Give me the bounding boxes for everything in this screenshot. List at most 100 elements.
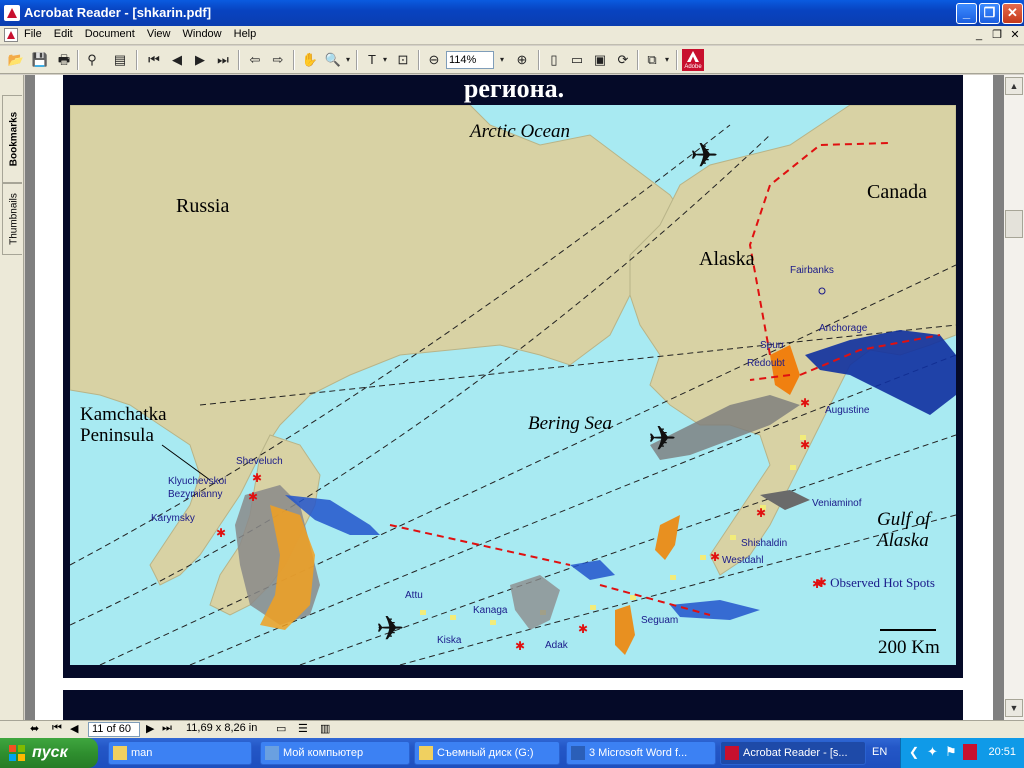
scroll-up-icon[interactable]: ▲ xyxy=(1005,77,1023,95)
language-indicator[interactable]: EN xyxy=(872,746,887,758)
single-page-layout-icon[interactable]: ▭ xyxy=(276,722,286,735)
doc-minimize-icon[interactable]: _ xyxy=(972,28,986,42)
label-russia: Russia xyxy=(176,195,230,217)
label-bering-sea: Bering Sea xyxy=(528,413,612,434)
snapshot-tool-icon[interactable]: ⊡ xyxy=(393,50,413,70)
close-button[interactable]: ✕ xyxy=(1002,3,1023,24)
legend-hot-spots-label: Observed Hot Spots xyxy=(830,575,935,590)
label-scale: 200 Km xyxy=(878,637,940,658)
tray-arrow-icon[interactable]: ❮ xyxy=(909,745,919,759)
scroll-down-icon[interactable]: ▼ xyxy=(1005,699,1023,717)
svg-text:✱: ✱ xyxy=(578,622,588,636)
menu-document[interactable]: Document xyxy=(85,28,135,40)
minimize-button[interactable]: _ xyxy=(956,3,977,24)
legend-hot-spots: ✱ Observed Hot Spots xyxy=(816,575,935,591)
print-icon[interactable]: 🖶 xyxy=(54,50,74,70)
svg-text:✱: ✱ xyxy=(515,639,525,653)
scroll-thumb[interactable] xyxy=(1005,210,1023,238)
clock[interactable]: 20:51 xyxy=(988,746,1016,758)
next-page-icon[interactable]: ▶ xyxy=(190,50,210,70)
open-icon[interactable]: 📂 xyxy=(6,50,26,70)
toolbar: 📂 💾 🖶 ⚲ ▤ ⏮ ◀ ▶ ⏭ ⇦ ⇨ ✋ 🔍 ▾ T ▾ ⊡ ⊖ 114%… xyxy=(0,46,1024,74)
tab-thumbnails-label: Thumbnails xyxy=(8,193,20,245)
document-icon[interactable] xyxy=(4,28,18,42)
zoom-tool-dropdown-icon[interactable]: ▾ xyxy=(343,50,353,70)
label-arctic-ocean: Arctic Ocean xyxy=(470,121,571,142)
text-tool-dropdown-icon[interactable]: ▾ xyxy=(380,50,390,70)
menu-help[interactable]: Help xyxy=(234,28,257,40)
doc-close-icon[interactable]: ✕ xyxy=(1008,28,1022,42)
zoom-level-field[interactable]: 114% xyxy=(446,51,494,69)
pdf-page: региона. ✱ ✱ ✱ ✱ ✱ ✱ ✱ ✱ ✱ ✱ ✈ ✈ ✈ Arcti… xyxy=(35,75,993,720)
maximize-button[interactable]: ❐ xyxy=(979,3,1000,24)
actual-size-icon[interactable]: ▯ xyxy=(544,50,564,70)
status-prev-page-icon[interactable]: ◀ xyxy=(70,722,78,735)
task-acrobat[interactable]: Acrobat Reader - [s... xyxy=(720,741,866,765)
adobe-logo-icon[interactable]: Adobe xyxy=(682,49,704,71)
status-next-page-icon[interactable]: ▶ xyxy=(146,722,154,735)
task-word[interactable]: 3 Microsoft Word f... xyxy=(566,741,716,765)
menu-view[interactable]: View xyxy=(147,28,171,40)
windows-flag-icon xyxy=(9,745,25,761)
page-layout-dropdown-icon[interactable]: ▾ xyxy=(662,50,672,70)
save-icon[interactable]: 💾 xyxy=(30,50,50,70)
ash-plume-seguam-blue xyxy=(670,600,760,620)
split-handle-icon[interactable]: ⬌ xyxy=(30,722,39,735)
start-button[interactable]: пуск xyxy=(0,738,98,768)
task-removable-disk[interactable]: Съемный диск (G:) xyxy=(414,741,560,765)
page-size-label: 11,69 x 8,26 in xyxy=(186,722,258,734)
tray-star-icon[interactable]: ✦ xyxy=(927,744,938,760)
task-my-computer[interactable]: Мой компьютер xyxy=(260,741,410,765)
svg-text:✱: ✱ xyxy=(248,490,258,504)
go-back-icon[interactable]: ⇦ xyxy=(245,50,265,70)
rotate-view-icon[interactable]: ⟳ xyxy=(613,50,633,70)
navigation-pane-icon[interactable]: ▤ xyxy=(110,50,130,70)
fit-page-icon[interactable]: ▭ xyxy=(567,50,587,70)
task-man-label: man xyxy=(131,747,153,759)
tray-antivirus-icon[interactable] xyxy=(963,744,977,760)
status-first-page-icon[interactable]: ⏮ xyxy=(52,722,62,735)
find-icon[interactable]: ⚲ xyxy=(82,50,102,70)
place-augustine: Augustine xyxy=(825,405,870,416)
hand-tool-icon[interactable]: ✋ xyxy=(300,50,320,70)
doc-restore-icon[interactable]: ❐ xyxy=(990,28,1004,42)
facing-layout-icon[interactable]: ▥ xyxy=(320,722,330,735)
menu-window[interactable]: Window xyxy=(183,28,222,40)
fit-width-icon[interactable]: ▣ xyxy=(590,50,610,70)
document-view[interactable]: региона. ✱ ✱ ✱ ✱ ✱ ✱ ✱ ✱ ✱ ✱ ✈ ✈ ✈ Arcti… xyxy=(25,75,1004,720)
continuous-layout-icon[interactable]: ☰ xyxy=(298,722,308,735)
svg-text:✱: ✱ xyxy=(710,550,720,564)
zoom-in-tool-icon[interactable]: 🔍 xyxy=(323,50,343,70)
svg-text:✱: ✱ xyxy=(800,396,810,410)
vertical-scrollbar[interactable]: ▲ ▼ xyxy=(1004,75,1024,720)
label-canada: Canada xyxy=(867,181,927,203)
menu-edit[interactable]: Edit xyxy=(54,28,73,40)
text-select-tool-icon[interactable]: T xyxy=(362,50,382,70)
next-page-background xyxy=(63,690,963,720)
acrobat-app-icon[interactable] xyxy=(4,5,20,21)
title-bar[interactable]: Acrobat Reader - [shkarin.pdf] _ ❐ ✕ xyxy=(0,0,1024,26)
previous-page-icon[interactable]: ◀ xyxy=(167,50,187,70)
zoom-in-icon[interactable]: ⊕ xyxy=(512,50,532,70)
status-last-page-icon[interactable]: ⏭ xyxy=(162,722,172,735)
task-man[interactable]: man xyxy=(108,741,252,765)
zoom-dropdown-icon[interactable]: ▾ xyxy=(496,50,508,70)
page-layout-icon[interactable]: ⧉ xyxy=(642,50,662,70)
volcano-ash-map: ✱ ✱ ✱ ✱ ✱ ✱ ✱ ✱ ✱ ✱ ✈ ✈ ✈ Arctic Ocean R… xyxy=(70,105,956,665)
tab-bookmarks-label: Bookmarks xyxy=(8,111,20,167)
tab-bookmarks[interactable]: Bookmarks xyxy=(2,95,22,183)
menu-file[interactable]: File xyxy=(24,28,42,40)
thermal-plume-seguam xyxy=(615,605,635,655)
page-number-field[interactable]: 11 of 60 xyxy=(88,722,140,737)
tray-network-icon[interactable]: ⚑ xyxy=(945,744,957,760)
last-page-icon[interactable]: ⏭ xyxy=(213,50,233,70)
zoom-out-icon[interactable]: ⊖ xyxy=(424,50,444,70)
go-forward-icon[interactable]: ⇨ xyxy=(268,50,288,70)
svg-text:✈: ✈ xyxy=(648,419,677,459)
pdf-next-page xyxy=(35,685,993,720)
word-icon xyxy=(571,746,585,760)
tab-thumbnails[interactable]: Thumbnails xyxy=(2,183,22,255)
first-page-icon[interactable]: ⏮ xyxy=(144,50,164,70)
ash-plume-central-blue xyxy=(570,560,615,580)
label-gulf-of: Gulf of xyxy=(877,509,931,530)
